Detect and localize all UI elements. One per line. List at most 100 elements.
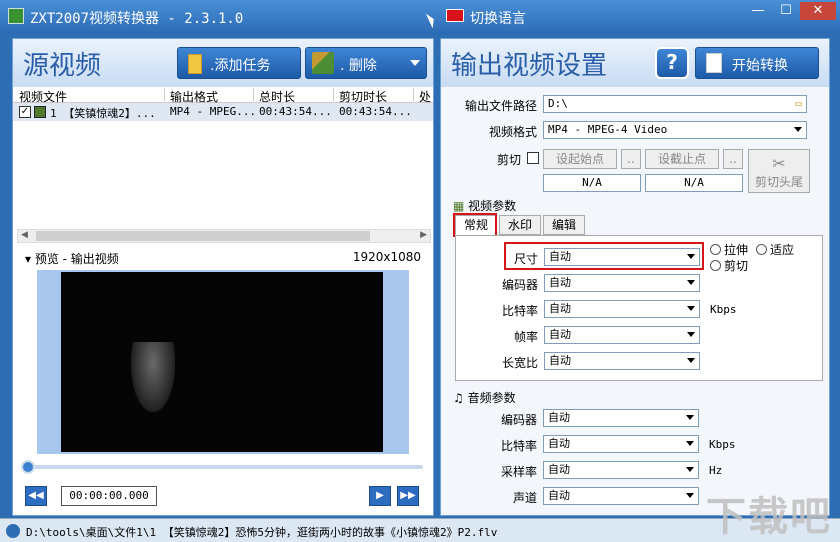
switch-language-button[interactable]: 切换语言: [470, 8, 526, 28]
title-bar: ZXT2007视频转换器 - 2.3.1.0 切换语言 — ☐ ✕: [0, 0, 840, 34]
info-icon: [6, 524, 20, 538]
tab-edit[interactable]: 编辑: [543, 215, 585, 235]
start-convert-label: 开始转换: [732, 58, 788, 74]
output-path-label: 输出文件路径: [464, 99, 537, 113]
aspect-ratio-value: 自动: [549, 354, 571, 367]
column-divider[interactable]: [253, 88, 254, 101]
seek-bar[interactable]: [25, 465, 423, 469]
audio-bitrate-unit: Kbps: [709, 438, 736, 451]
audio-encoder-value: 自动: [548, 411, 570, 424]
video-file-icon: [34, 106, 46, 118]
source-video-title: 源视频: [23, 51, 102, 81]
sample-rate-unit: Hz: [709, 464, 723, 477]
channels-value: 自动: [548, 489, 570, 502]
chevron-down-icon: [687, 306, 695, 311]
end-point-field[interactable]: N/A: [645, 174, 743, 192]
preview-resolution: 1920x1080: [352, 250, 421, 264]
preview-output-toggle[interactable]: ▾ 预览 - 输出视频: [25, 250, 119, 267]
sample-rate-label: 采样率: [500, 465, 537, 479]
table-row[interactable]: ✓ 1 【笑镇惊魂2】... MP4 - MPEG... 00:43:54...…: [13, 103, 433, 121]
video-format-select[interactable]: MP4 - MPEG-4 Video: [543, 121, 807, 139]
video-encoder-select[interactable]: 自动: [544, 274, 700, 292]
frame-rate-select[interactable]: 自动: [544, 326, 700, 344]
row-checkbox[interactable]: ✓: [19, 106, 31, 118]
chevron-down-icon: [686, 493, 694, 498]
row-duration: 00:43:54...: [259, 105, 332, 118]
cut-head-tail-button[interactable]: ✂ 剪切头尾: [748, 149, 810, 193]
time-display: 00:00:00.000: [61, 486, 157, 506]
help-button[interactable]: ?: [655, 47, 689, 79]
end-more-button[interactable]: ..: [723, 149, 743, 169]
chevron-down-icon: [686, 467, 694, 472]
scrollbar-thumb[interactable]: [36, 231, 370, 241]
china-flag-icon[interactable]: [446, 9, 464, 22]
fast-forward-button[interactable]: ▶▶: [397, 486, 419, 506]
column-divider[interactable]: [333, 88, 334, 101]
scroll-left-icon[interactable]: ◀: [21, 230, 28, 240]
aspect-ratio-select[interactable]: 自动: [544, 352, 700, 370]
add-task-button[interactable]: .添加任务: [177, 47, 301, 79]
folder-browse-icon[interactable]: ▭: [795, 96, 802, 112]
stretch-label: 拉伸: [724, 243, 749, 257]
fit-radio[interactable]: [756, 244, 767, 255]
video-encoder-value: 自动: [549, 276, 571, 289]
audio-bitrate-value: 自动: [548, 437, 570, 450]
column-divider[interactable]: [164, 88, 165, 101]
rewind-button[interactable]: ◀◀: [25, 486, 47, 506]
start-more-button[interactable]: ..: [621, 149, 641, 169]
audio-encoder-select[interactable]: 自动: [543, 409, 699, 427]
tab-highlight: [453, 213, 497, 237]
app-icon: [8, 8, 24, 24]
play-button[interactable]: ▶: [369, 486, 391, 506]
source-header: 源视频 .添加任务 . 删除: [13, 39, 433, 87]
frame-rate-label: 帧率: [513, 330, 538, 344]
output-path-field[interactable]: D:\ ▭: [543, 95, 807, 113]
chevron-down-icon: [687, 280, 695, 285]
crop-radio[interactable]: [710, 260, 721, 271]
delete-button[interactable]: . 删除: [305, 47, 427, 79]
cut-head-tail-label: 剪切头尾: [754, 175, 803, 189]
preview-frame: [37, 270, 409, 454]
video-bitrate-value: 自动: [549, 302, 571, 315]
channels-select[interactable]: 自动: [543, 487, 699, 505]
sample-rate-select[interactable]: 自动: [543, 461, 699, 479]
film-icon: ▦: [453, 199, 465, 213]
video-bitrate-select[interactable]: 自动: [544, 300, 700, 318]
horizontal-scrollbar[interactable]: ◀ ▶: [17, 229, 431, 243]
set-end-button[interactable]: 设截止点: [645, 149, 719, 169]
audio-encoder-label: 编码器: [500, 413, 537, 427]
size-highlight: [504, 242, 704, 270]
frame-rate-value: 自动: [549, 328, 571, 341]
broom-icon: [312, 52, 334, 74]
video-frame-figure: [131, 342, 175, 412]
seek-handle[interactable]: [21, 460, 35, 474]
video-preview: [61, 272, 383, 452]
video-format-value: MP4 - MPEG-4 Video: [548, 123, 668, 136]
crop-label: 剪切: [724, 259, 749, 273]
maximize-button[interactable]: ☐: [772, 2, 800, 20]
scroll-right-icon[interactable]: ▶: [420, 230, 427, 240]
set-start-button[interactable]: 设起始点: [543, 149, 617, 169]
close-button[interactable]: ✕: [800, 2, 836, 20]
minimize-button[interactable]: —: [744, 2, 772, 20]
start-point-field[interactable]: N/A: [543, 174, 641, 192]
row-cut-duration: 00:43:54...: [339, 105, 412, 118]
cut-label: 剪切: [496, 153, 521, 167]
stretch-radio[interactable]: [710, 244, 721, 255]
column-divider[interactable]: [413, 88, 414, 101]
mouse-cursor-icon: [425, 11, 438, 29]
tab-watermark[interactable]: 水印: [499, 215, 541, 235]
chevron-down-icon: [686, 415, 694, 420]
output-path-value: D:\: [548, 97, 568, 110]
start-convert-button[interactable]: 开始转换: [695, 47, 819, 79]
chevron-down-icon: [687, 358, 695, 363]
chevron-down-icon: [686, 441, 694, 446]
chevron-down-icon[interactable]: [410, 60, 420, 66]
cut-checkbox[interactable]: [527, 152, 539, 164]
file-list-header: 视频文件 输出格式 总时长 剪切时长 处: [13, 87, 433, 104]
audio-bitrate-select[interactable]: 自动: [543, 435, 699, 453]
status-file-path: D:\tools\桌面\文件1\1 【笑镇惊魂2】恐怖5分钟，逛街两小时的故事《…: [26, 526, 498, 539]
video-bitrate-unit: Kbps: [710, 303, 737, 316]
video-params-label: 视频参数: [468, 199, 517, 213]
aspect-ratio-label: 长宽比: [501, 356, 538, 370]
